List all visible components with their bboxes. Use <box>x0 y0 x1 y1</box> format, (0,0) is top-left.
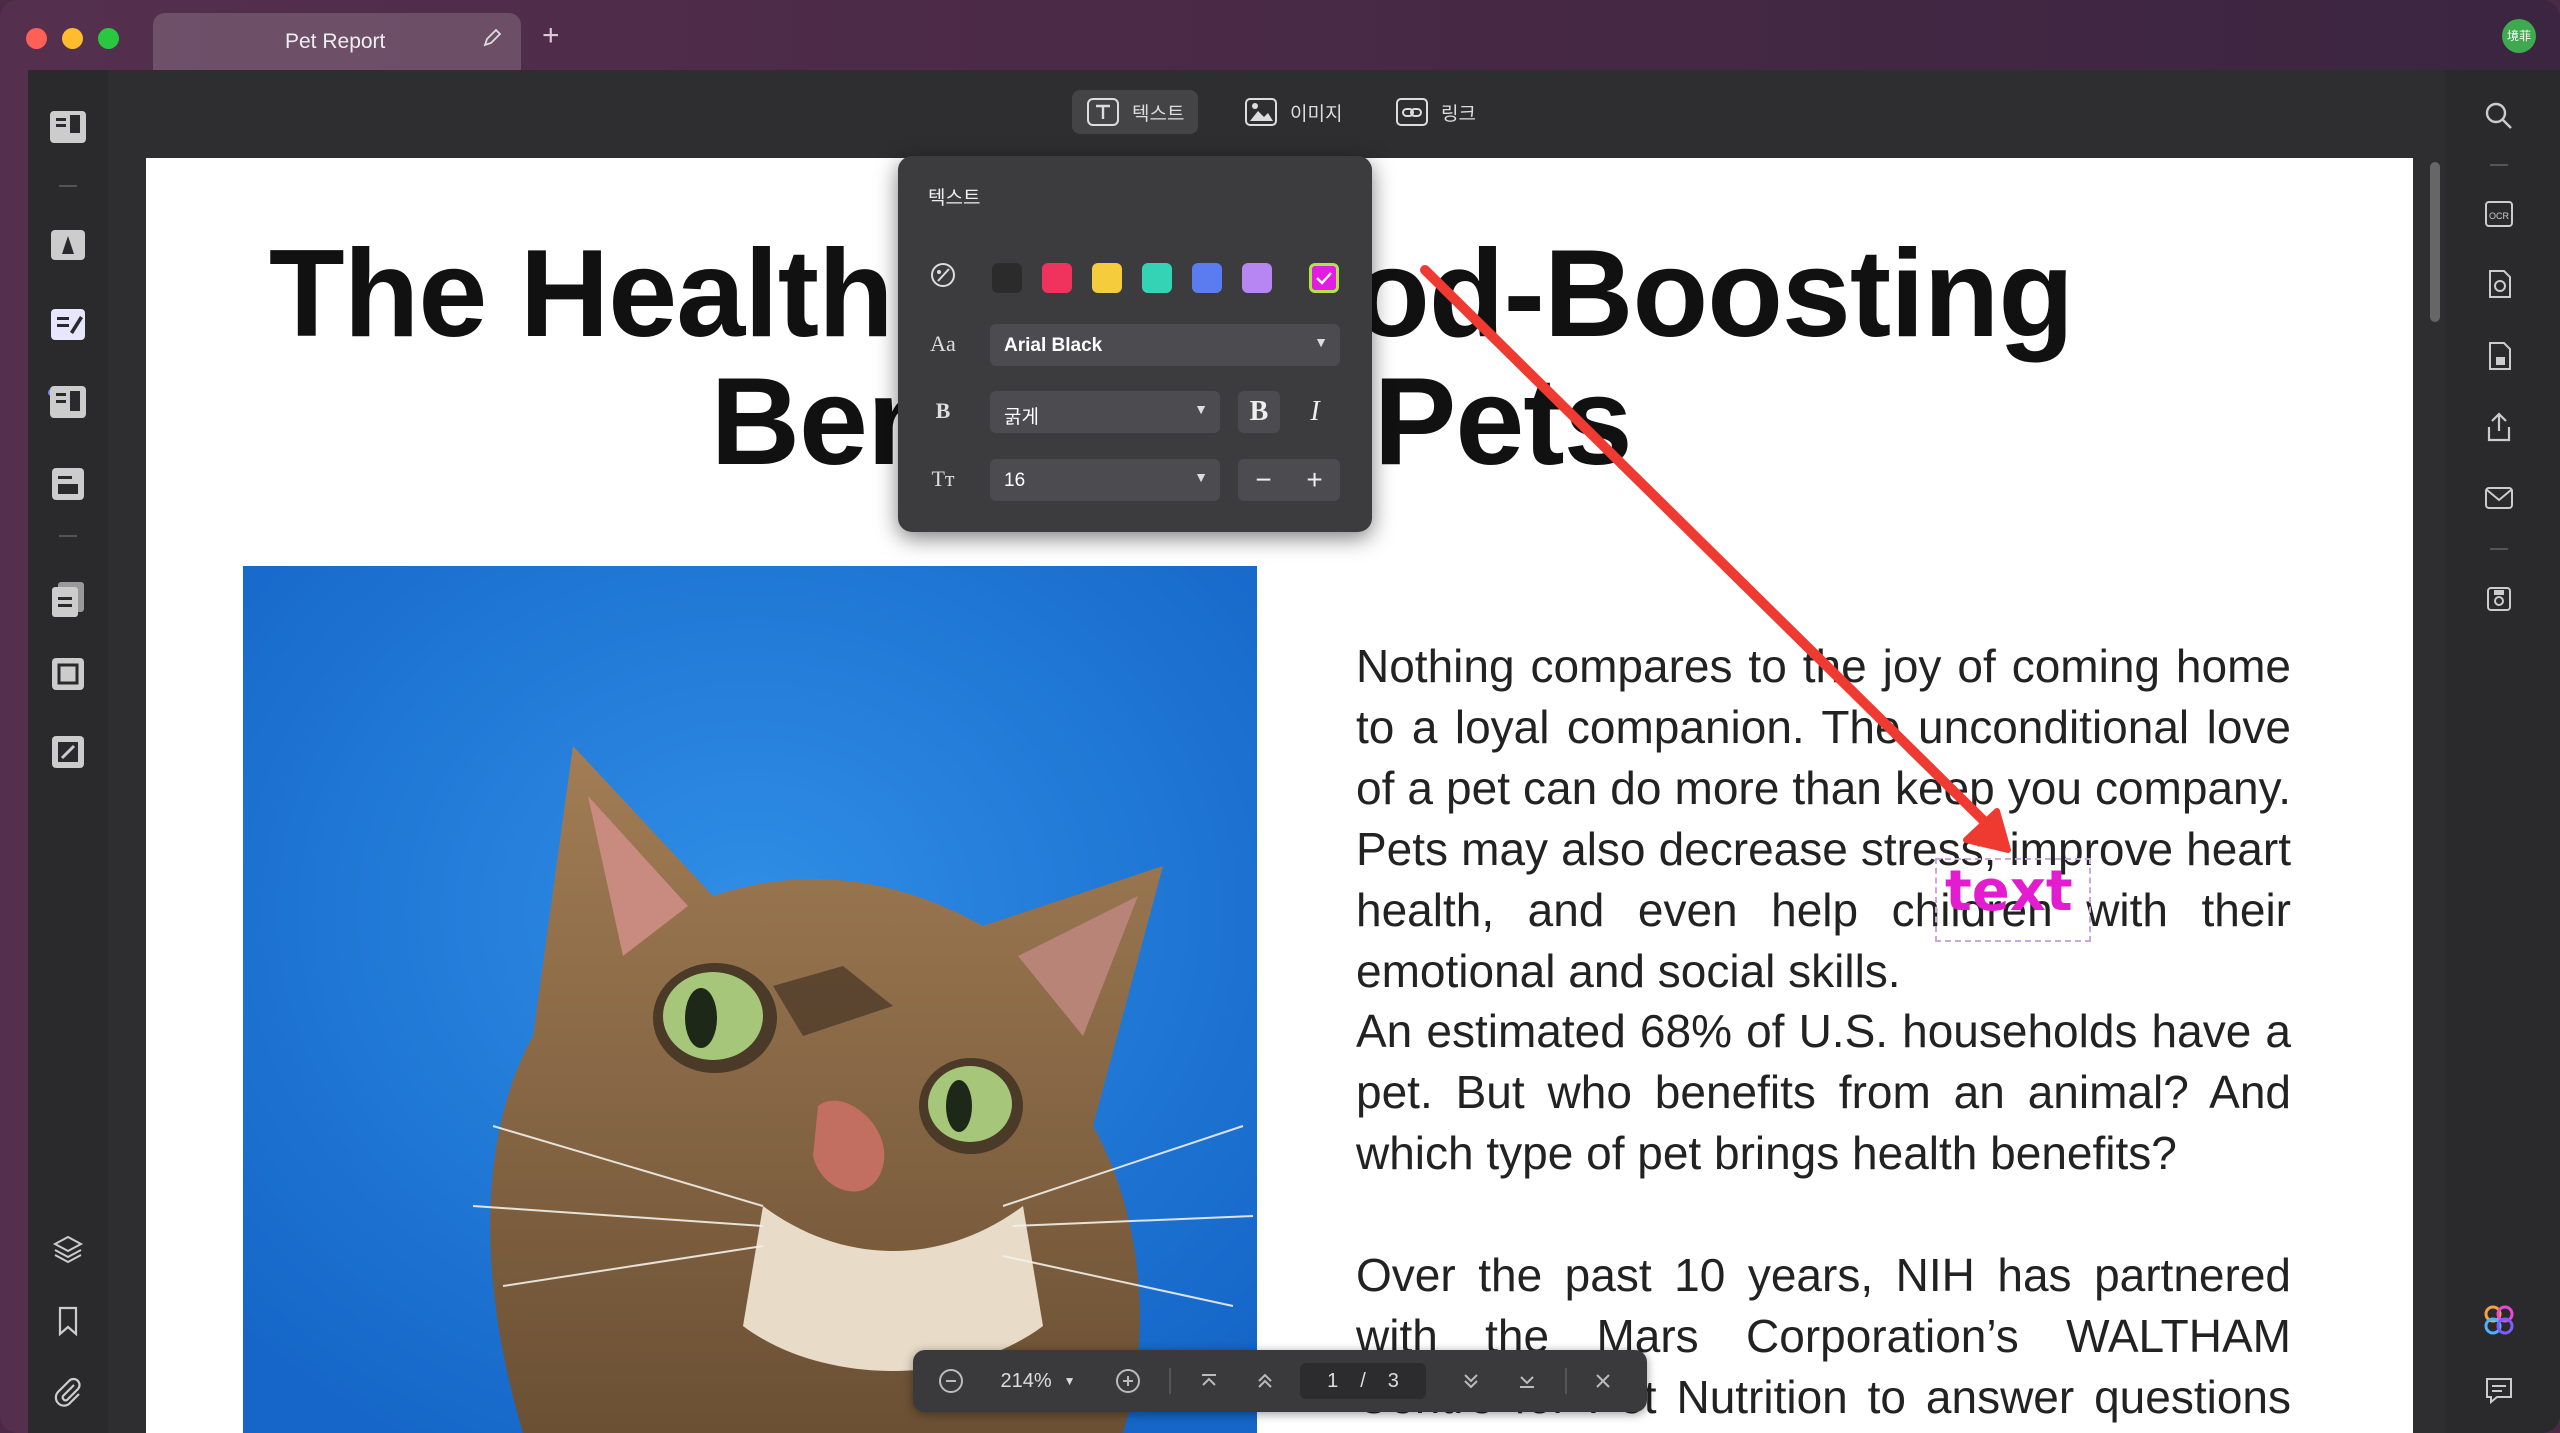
chevron-down-icon: ▼ <box>1194 401 1208 417</box>
document-tab[interactable]: Pet Report <box>153 13 521 70</box>
zoom-in-icon[interactable] <box>1110 1363 1146 1399</box>
new-tab-button[interactable]: + <box>542 21 560 51</box>
next-page-icon[interactable] <box>1453 1363 1489 1399</box>
zoom-out-icon[interactable] <box>933 1363 969 1399</box>
close-icon[interactable] <box>1585 1363 1621 1399</box>
check-icon <box>1316 272 1332 285</box>
divider <box>1169 1368 1171 1394</box>
color-swatch-blue[interactable] <box>1192 263 1222 293</box>
layers-icon[interactable] <box>44 1225 92 1273</box>
font-family-value: Arial Black <box>1004 335 1103 356</box>
share-icon[interactable] <box>2475 403 2523 451</box>
color-swatch-teal[interactable] <box>1142 263 1172 293</box>
current-page: 1 <box>1327 1369 1339 1392</box>
minimize-window-button[interactable] <box>62 28 83 49</box>
reader-mode-icon[interactable] <box>44 103 92 151</box>
font-style-icon: B <box>935 398 951 423</box>
protect-icon[interactable] <box>2475 332 2523 380</box>
font-weight-value: 굵게 <box>1004 407 1039 428</box>
edit-pdf-icon[interactable] <box>44 300 92 348</box>
chevron-down-icon: ▼ <box>1063 1374 1076 1388</box>
font-family-select[interactable]: Arial Black ▼ <box>990 324 1340 366</box>
attachment-icon[interactable] <box>44 1368 92 1416</box>
ocr-icon[interactable]: OCR <box>2475 190 2523 238</box>
left-toolbar <box>28 70 108 1433</box>
popup-title: 텍스트 <box>928 188 981 209</box>
color-swatch-purple[interactable] <box>1242 263 1272 293</box>
page-separator: / <box>1360 1369 1366 1392</box>
crop-icon[interactable] <box>44 650 92 698</box>
bold-button[interactable]: B <box>1238 391 1280 433</box>
comment-icon[interactable] <box>2475 1366 2523 1414</box>
tab-title: Pet Report <box>285 30 386 53</box>
page-navigation-bar: 214% ▼ 1 / 3 <box>913 1350 1647 1412</box>
total-pages: 3 <box>1387 1369 1399 1392</box>
previous-page-icon[interactable] <box>1247 1363 1283 1399</box>
search-icon[interactable] <box>2475 92 2523 140</box>
font-size-stepper[interactable]: − + <box>1238 459 1340 501</box>
chevron-down-icon: ▼ <box>1314 334 1328 350</box>
first-page-icon[interactable] <box>1191 1363 1227 1399</box>
rename-tab-icon[interactable] <box>481 27 503 49</box>
user-avatar[interactable]: 境菲 <box>2502 19 2536 53</box>
font-weight-select[interactable]: 굵게 ▼ <box>990 391 1220 433</box>
page-number-field[interactable]: 1 / 3 <box>1300 1363 1426 1399</box>
divider <box>1565 1368 1567 1394</box>
app-window: Pet Report + 境菲 텍스트 이미지 링크 The Health Mo… <box>0 0 2560 1433</box>
vertical-scrollbar[interactable] <box>2430 162 2440 322</box>
color-swatch-selected-magenta[interactable] <box>1309 263 1339 293</box>
font-family-icon: Aa <box>930 331 956 356</box>
font-size-select[interactable]: 16 ▼ <box>990 459 1220 501</box>
zoom-level-select[interactable]: 214% ▼ <box>993 1363 1083 1399</box>
color-swatch-black[interactable] <box>992 263 1022 293</box>
font-size-icon: Tт <box>931 466 955 491</box>
page-layout-icon[interactable] <box>44 378 92 426</box>
palette-icon <box>928 260 958 290</box>
convert-icon[interactable] <box>2475 260 2523 308</box>
color-swatch-yellow[interactable] <box>1092 263 1122 293</box>
close-window-button[interactable] <box>26 28 47 49</box>
decrease-size-button[interactable]: − <box>1255 464 1271 496</box>
fill-sign-icon[interactable] <box>44 460 92 508</box>
organize-pages-icon[interactable] <box>44 575 92 623</box>
save-icon[interactable] <box>2475 575 2523 623</box>
increase-size-button[interactable]: + <box>1306 464 1322 496</box>
text-format-popup: 텍스트 Aa Arial Black ▼ B 굵게 ▼ B I Tт 16 ▼ <box>898 156 1372 532</box>
bookmark-icon[interactable] <box>44 1297 92 1345</box>
font-size-value: 16 <box>1004 470 1026 491</box>
zoom-level-value: 214% <box>1000 1369 1052 1392</box>
compare-icon[interactable] <box>44 728 92 776</box>
mail-icon[interactable] <box>2475 474 2523 522</box>
highlighter-icon[interactable] <box>44 220 92 268</box>
maximize-window-button[interactable] <box>98 28 119 49</box>
italic-button[interactable]: I <box>1294 391 1336 433</box>
chevron-down-icon: ▼ <box>1194 469 1208 485</box>
last-page-icon[interactable] <box>1509 1363 1545 1399</box>
color-swatch-red[interactable] <box>1042 263 1072 293</box>
ai-assistant-icon[interactable] <box>2475 1296 2523 1344</box>
svg-text:OCR: OCR <box>2489 211 2510 221</box>
right-toolbar: OCR <box>2445 70 2560 1433</box>
